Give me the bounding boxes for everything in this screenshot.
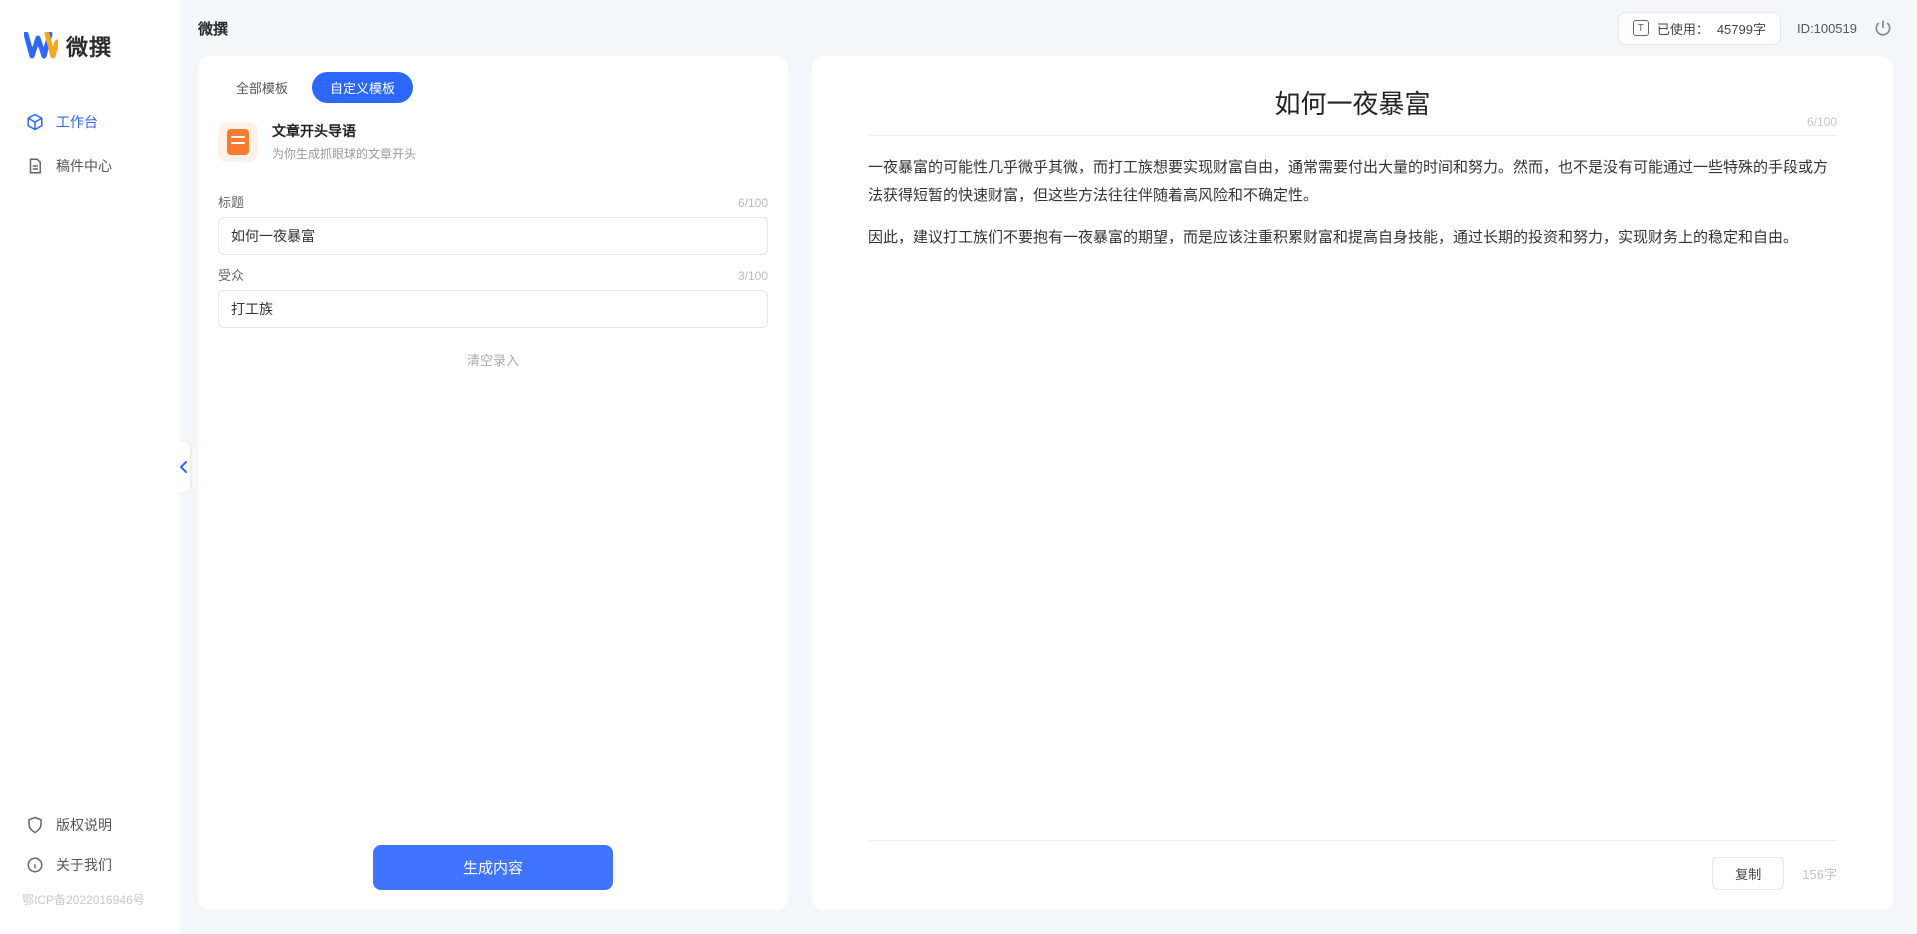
usage-value: 45799字 xyxy=(1717,19,1766,38)
output-title-count: 6/100 xyxy=(1807,115,1837,129)
output-body[interactable]: 一夜暴富的可能性几乎微乎其微，而打工族想要实现财富自由，通常需要付出大量的时间和… xyxy=(868,136,1837,840)
document-icon xyxy=(26,157,44,175)
sidebar-item-label: 工作台 xyxy=(56,112,98,132)
article-icon xyxy=(227,129,249,155)
tab-custom-templates[interactable]: 自定义模板 xyxy=(312,72,413,103)
field-title: 标题 6/100 xyxy=(218,192,768,255)
output-panel: 如何一夜暴富 6/100 一夜暴富的可能性几乎微乎其微，而打工族想要实现财富自由… xyxy=(812,56,1893,910)
logout-button[interactable] xyxy=(1873,18,1893,38)
output-title-row: 如何一夜暴富 6/100 xyxy=(868,84,1837,136)
template-desc: 为你生成抓眼球的文章开头 xyxy=(272,145,416,162)
sidebar-item-workspace[interactable]: 工作台 xyxy=(0,102,180,142)
form-section: 标题 6/100 受众 3/100 ​清空录入 xyxy=(198,174,788,391)
clear-input-button[interactable]: ​清空录入 xyxy=(218,328,768,391)
output-footer: 复制 156字 xyxy=(868,840,1837,910)
template-name: 文章开头导语 xyxy=(272,121,416,141)
field-count: 6/100 xyxy=(738,196,768,210)
sidebar-footer: 版权说明 关于我们 鄂ICP备2022016946号 xyxy=(0,805,180,934)
footer-link-about[interactable]: 关于我们 xyxy=(0,845,180,885)
logo-text: 微撰 xyxy=(66,30,112,62)
sidebar-item-drafts[interactable]: 稿件中心 xyxy=(0,146,180,186)
logo-icon xyxy=(24,32,58,60)
sidebar-item-label: 稿件中心 xyxy=(56,156,112,176)
input-panel: 全部模板 自定义模板 文章开头导语 为你生成抓眼球的文章开头 xyxy=(198,56,788,910)
power-icon xyxy=(1873,18,1893,38)
page-title: 微撰 xyxy=(198,18,228,39)
output-area: 如何一夜暴富 6/100 一夜暴富的可能性几乎微乎其微，而打工族想要实现财富自由… xyxy=(812,56,1893,910)
template-tabs: 全部模板 自定义模板 xyxy=(198,56,788,103)
sidebar-collapse-handle[interactable] xyxy=(178,442,190,492)
user-id: ID:100519 xyxy=(1797,21,1857,36)
copy-button[interactable]: 复制 xyxy=(1712,857,1784,890)
text-icon: T xyxy=(1633,20,1649,36)
topbar: 微撰 T 已使用： 45799字 ID:100519 xyxy=(180,0,1917,56)
field-audience: 受众 3/100 xyxy=(218,265,768,328)
field-count: 3/100 xyxy=(738,269,768,283)
chevron-left-icon xyxy=(180,461,188,473)
output-paragraph: 因此，建议打工族们不要抱有一夜暴富的期望，而是应该注重积累财富和提高自身技能，通… xyxy=(868,224,1837,252)
field-label: 受众 xyxy=(218,265,244,284)
output-paragraph: 一夜暴富的可能性几乎微乎其微，而打工族想要实现财富自由，通常需要付出大量的时间和… xyxy=(868,154,1837,210)
info-icon xyxy=(26,856,44,874)
sidebar-nav: 工作台 稿件中心 xyxy=(0,102,180,805)
footer-link-label: 关于我们 xyxy=(56,855,112,875)
main-area: 微撰 T 已使用： 45799字 ID:100519 全部模板 xyxy=(180,0,1917,934)
output-title: 如何一夜暴富 xyxy=(868,84,1837,121)
app-logo: 微撰 xyxy=(0,20,180,102)
generate-button[interactable]: 生成内容 xyxy=(373,845,613,890)
input-footer: 生成内容 xyxy=(198,825,788,910)
cube-icon xyxy=(26,113,44,131)
field-label: 标题 xyxy=(218,192,244,211)
shield-icon xyxy=(26,816,44,834)
footer-link-label: 版权说明 xyxy=(56,815,112,835)
tab-all-templates[interactable]: 全部模板 xyxy=(218,72,306,103)
usage-label: 已使用： xyxy=(1657,19,1709,38)
template-header: 文章开头导语 为你生成抓眼球的文章开头 xyxy=(198,103,788,174)
footer-link-copyright[interactable]: 版权说明 xyxy=(0,805,180,845)
usage-badge[interactable]: T 已使用： 45799字 xyxy=(1618,12,1781,45)
title-input[interactable] xyxy=(218,217,768,255)
template-icon xyxy=(218,122,258,162)
output-word-count: 156字 xyxy=(1802,864,1837,883)
audience-input[interactable] xyxy=(218,290,768,328)
sidebar: 微撰 工作台 稿件中心 xyxy=(0,0,180,934)
content-row: 全部模板 自定义模板 文章开头导语 为你生成抓眼球的文章开头 xyxy=(180,56,1917,934)
icp-record: 鄂ICP备2022016946号 xyxy=(0,885,180,914)
